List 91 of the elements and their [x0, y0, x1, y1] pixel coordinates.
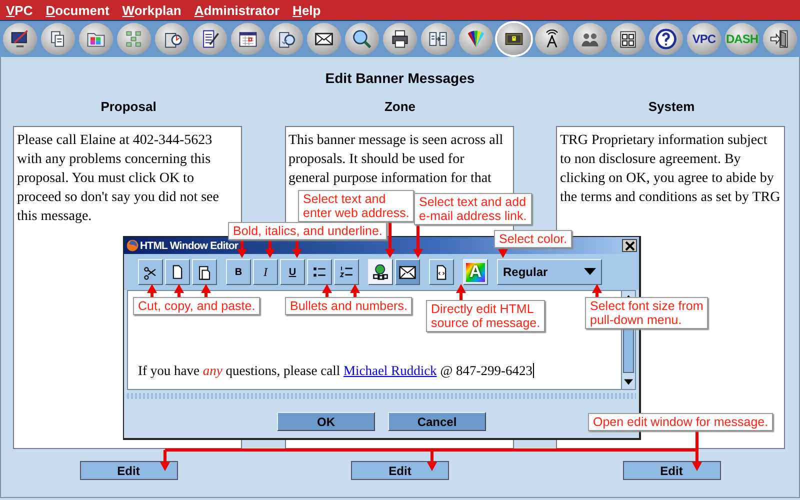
message-line: with any problems concerning this — [17, 151, 212, 169]
copy-button[interactable] — [165, 259, 190, 285]
column-title: System — [648, 99, 695, 116]
callout-note: Directly edit HTML source of message. — [426, 300, 546, 332]
scroll-down-icon — [624, 379, 633, 385]
callout-note: Bullets and numbers. — [285, 297, 412, 315]
page-title: Edit Banner Messages — [324, 69, 476, 88]
message-line: proceed so don't say you did not see — [17, 189, 220, 207]
toolbar-button[interactable] — [307, 23, 341, 55]
toolbar-button[interactable] — [535, 23, 569, 55]
grid-icon — [617, 28, 639, 50]
arrow — [201, 284, 211, 297]
arrow — [237, 238, 247, 258]
message-line: clicking on OK, you agree to abide by — [560, 170, 775, 188]
callout-note: Cut, copy, and paste. — [133, 297, 260, 315]
toolbar-button[interactable] — [269, 23, 303, 55]
color-fan-icon — [465, 28, 487, 50]
toolbar-button[interactable]: VPC — [687, 23, 721, 55]
menu-item[interactable]: Workplan — [118, 2, 190, 18]
toolbar-button[interactable] — [41, 23, 75, 55]
callout-note: Bold, italics, and underline. — [228, 222, 388, 240]
cut-button[interactable] — [138, 259, 163, 285]
globe-icon — [126, 239, 139, 252]
arrow — [292, 238, 302, 258]
underline-button[interactable]: U — [280, 259, 305, 285]
printer-icon — [389, 28, 411, 50]
toolbar-button[interactable] — [573, 23, 607, 55]
message-line: proposals. It should be used for — [288, 151, 466, 169]
mail-button[interactable] — [395, 259, 420, 285]
toolbar-button[interactable] — [155, 23, 189, 55]
bullets-button[interactable] — [307, 259, 332, 285]
paste-button[interactable] — [192, 259, 217, 285]
message-line: TRG Proprietary information subject — [560, 132, 768, 150]
dialog-title: HTML Window Editor — [140, 240, 238, 252]
message-line: general purpose information for that — [288, 170, 492, 188]
ok-button[interactable]: OK — [277, 412, 375, 431]
menu-item[interactable]: VPC — [2, 2, 42, 18]
monitor-icon — [9, 28, 31, 50]
edit-button[interactable]: Edit — [351, 461, 449, 480]
arrow — [174, 284, 184, 297]
edit-button[interactable]: Edit — [80, 461, 178, 480]
toolbar-button[interactable] — [383, 23, 417, 55]
name-link[interactable]: Michael Ruddick — [343, 363, 437, 378]
font-size-dropdown[interactable]: Regular — [497, 259, 602, 285]
menu-item[interactable]: Administrator — [190, 2, 289, 18]
italic-button[interactable]: I — [253, 259, 278, 285]
bold-button[interactable]: B — [226, 259, 251, 285]
toolbar-button[interactable] — [611, 23, 645, 55]
callout-note: Select text and enter web address. — [298, 190, 414, 222]
toolbar-button[interactable] — [763, 23, 797, 55]
close-button[interactable] — [622, 239, 637, 252]
message-line: to non disclosure agreement. By — [560, 151, 742, 169]
caret-icon — [584, 268, 596, 276]
column-title: Proposal — [100, 99, 156, 116]
arrow — [456, 284, 466, 300]
toolbar-button[interactable] — [3, 23, 37, 55]
close-icon — [624, 240, 634, 250]
editor-text: If you have any questions, please call Michael Ruddick @ 847-299-6423 — [138, 363, 534, 379]
message-line: this message. — [17, 208, 93, 226]
arrow — [592, 284, 602, 297]
callout-note: Select font size from pull-down menu. — [585, 297, 708, 329]
arrow — [147, 284, 157, 297]
exit-door-icon — [769, 28, 791, 50]
menu-item[interactable]: Help — [288, 2, 330, 18]
callout-note: Select text and add e-mail address link. — [414, 193, 532, 225]
callout-note: Open edit window for message. — [588, 413, 774, 431]
message-line: Please call Elaine at 402-344-5623 — [17, 132, 214, 150]
toolbar-button[interactable] — [231, 23, 265, 55]
search-icon — [351, 28, 373, 50]
toolbar-button[interactable] — [345, 23, 379, 55]
arrow — [350, 284, 360, 297]
message-line: proposal. You must click OK to — [17, 170, 195, 188]
arrow — [265, 238, 275, 258]
menu-item[interactable]: Document — [42, 2, 118, 18]
message-line: This banner message is seen across all — [288, 132, 504, 150]
callout-note: Select color. — [494, 230, 572, 248]
cancel-button[interactable]: Cancel — [388, 412, 486, 431]
numbers-button[interactable] — [334, 259, 359, 285]
globe-chain-icon — [371, 262, 390, 282]
edit-button[interactable]: Edit — [622, 461, 720, 480]
help-icon — [655, 28, 677, 50]
toolbar-button[interactable] — [421, 23, 455, 55]
message-line: the terms and conditions as set by TRG — [560, 189, 781, 207]
source-button[interactable] — [429, 259, 454, 285]
arrow — [322, 284, 332, 297]
column-title: Zone — [384, 99, 416, 116]
toolbar-button[interactable] — [649, 23, 683, 55]
toolbar-button[interactable] — [459, 23, 493, 55]
toolbar-button[interactable] — [497, 23, 531, 55]
toolbar-button[interactable] — [193, 23, 227, 55]
link-button[interactable] — [368, 259, 393, 285]
